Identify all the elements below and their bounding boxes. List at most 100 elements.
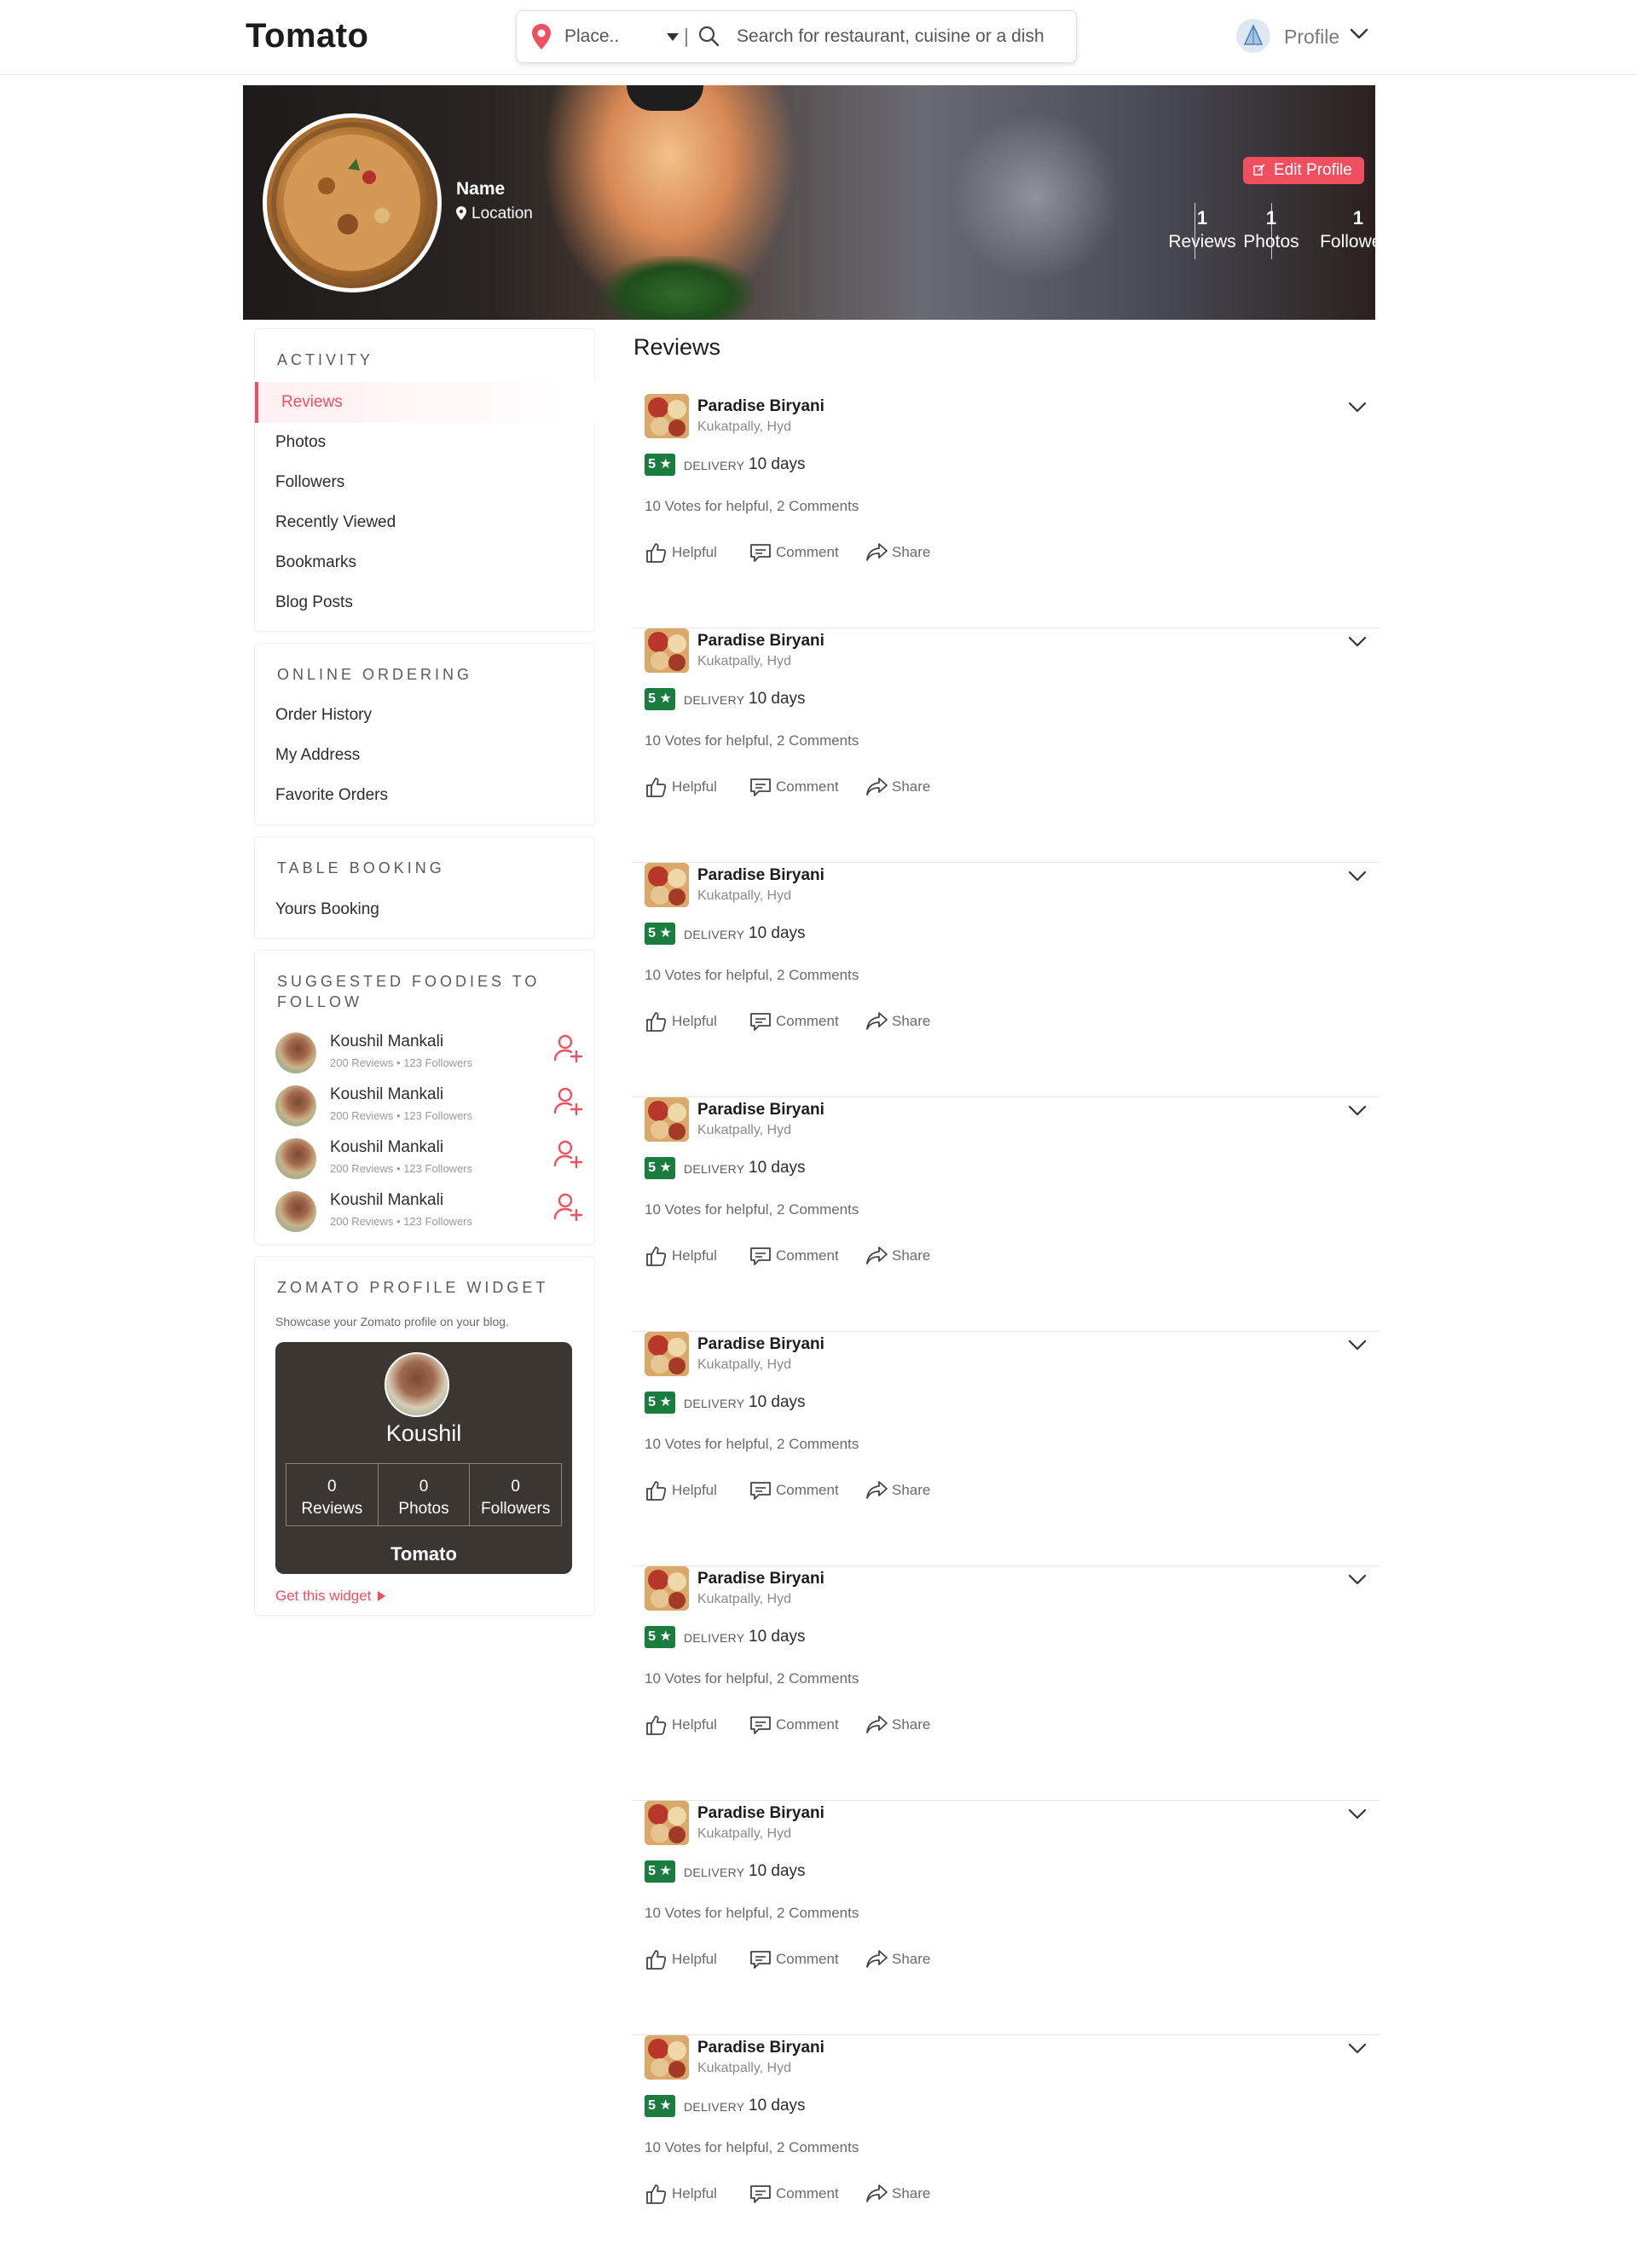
profile-photo[interactable] [263,113,442,292]
restaurant-thumbnail[interactable] [645,628,689,673]
chevron-down-icon[interactable] [1347,1573,1368,1587]
helpful-button[interactable]: Helpful [645,775,726,799]
widget-preview[interactable]: Koushil 0 Reviews 0 Photos 0 Followers T… [275,1342,572,1574]
helpful-button[interactable]: Helpful [645,1010,726,1033]
profile-menu[interactable]: Profile [1236,17,1373,56]
stat-followers[interactable]: 1 Followers [1320,206,1375,254]
profile-label[interactable]: Profile [1284,26,1339,49]
edit-profile-button[interactable]: Edit Profile [1243,157,1364,184]
stat-divider [1271,203,1272,259]
helpful-button[interactable]: Helpful [645,1713,726,1737]
restaurant-location: Kukatpally, Hyd [697,419,791,434]
foodie-item: Koushil Mankali 200 Reviews • 123 Follow… [275,1029,583,1077]
chevron-down-icon[interactable] [1347,1104,1368,1118]
comment-button[interactable]: Comment [749,2182,849,2206]
sidebar-item-blog-posts[interactable]: Blog Posts [275,593,353,612]
caret-down-icon[interactable] [667,33,679,41]
share-button[interactable]: Share [865,1947,946,1971]
chevron-down-icon[interactable] [1347,2042,1368,2056]
share-icon [866,1012,888,1030]
share-button[interactable]: Share [865,2182,946,2206]
chevron-down-icon[interactable] [1347,1808,1368,1821]
foodie-name[interactable]: Koushil Mankali [330,1085,443,1104]
helpful-button[interactable]: Helpful [645,1478,726,1502]
comment-icon [750,1482,771,1500]
map-pin-icon[interactable] [530,23,552,50]
foodie-name[interactable]: Koushil Mankali [330,1138,443,1157]
order-type: DELIVERY [684,459,745,472]
get-widget-link[interactable]: Get this widget [275,1588,386,1605]
restaurant-name[interactable]: Paradise Biryani [697,866,824,885]
share-label: Share [892,778,931,795]
comment-button[interactable]: Comment [749,1010,849,1033]
add-user-icon[interactable] [552,1138,583,1169]
sidebar-item-bookmarks[interactable]: Bookmarks [275,553,356,572]
comment-button[interactable]: Comment [749,775,849,799]
restaurant-thumbnail[interactable] [645,1097,689,1142]
restaurant-name[interactable]: Paradise Biryani [697,632,824,651]
sidebar-item-order-history[interactable]: Order History [275,706,372,725]
comment-button[interactable]: Comment [749,541,849,564]
sidebar-item-my-address[interactable]: My Address [275,746,360,765]
add-user-icon[interactable] [552,1033,583,1063]
comment-button[interactable]: Comment [749,1713,849,1737]
share-button[interactable]: Share [865,541,946,564]
chevron-down-icon[interactable] [1347,635,1368,649]
share-button[interactable]: Share [865,775,946,799]
helpful-button[interactable]: Helpful [645,541,726,564]
sidebar-item-recently-viewed[interactable]: Recently Viewed [275,513,396,532]
profile-banner: Name Location Edit Profile 1 Reviews 1 P… [243,85,1375,320]
stat-reviews[interactable]: 1 Reviews [1164,206,1241,254]
food-image [645,2035,689,2080]
sidebar-item-followers[interactable]: Followers [275,473,344,492]
restaurant-name[interactable]: Paradise Biryani [697,1570,824,1588]
chevron-down-icon[interactable] [1347,401,1368,414]
comment-button[interactable]: Comment [749,1478,849,1502]
helpful-button[interactable]: Helpful [645,1947,726,1971]
chevron-down-icon[interactable] [1347,870,1368,883]
share-button[interactable]: Share [865,1244,946,1268]
food-image [645,863,689,907]
sidebar-item-photos[interactable]: Photos [275,433,326,452]
restaurant-name[interactable]: Paradise Biryani [697,397,824,416]
comment-button[interactable]: Comment [749,1947,849,1971]
review-time: 10 days [749,1862,806,1880]
restaurant-name[interactable]: Paradise Biryani [697,1804,824,1823]
restaurant-thumbnail[interactable] [645,1801,689,1845]
avatar[interactable] [275,1085,316,1126]
helpful-button[interactable]: Helpful [645,1244,726,1268]
comment-button[interactable]: Comment [749,1244,849,1268]
location-pin-icon [456,206,466,220]
restaurant-thumbnail[interactable] [645,863,689,907]
sidebar-item-favorite-orders[interactable]: Favorite Orders [275,786,388,805]
foodie-name[interactable]: Koushil Mankali [330,1191,443,1210]
share-button[interactable]: Share [865,1010,946,1033]
avatar[interactable] [275,1138,316,1179]
logo[interactable]: Tomato [246,17,368,55]
search-input[interactable] [737,23,1061,50]
sidebar-item-reviews[interactable]: Reviews [255,382,596,423]
sidebar-item-yours-booking[interactable]: Yours Booking [275,900,379,919]
restaurant-name[interactable]: Paradise Biryani [697,2039,824,2057]
chevron-down-icon[interactable] [1347,1339,1368,1352]
helpful-button[interactable]: Helpful [645,2182,726,2206]
place-selector[interactable]: Place.. [564,26,619,47]
restaurant-name[interactable]: Paradise Biryani [697,1101,824,1120]
restaurant-thumbnail[interactable] [645,1332,689,1376]
widget-stat-photos: 0 Photos [379,1464,471,1525]
share-button[interactable]: Share [865,1713,946,1737]
restaurant-thumbnail[interactable] [645,394,689,438]
restaurant-name[interactable]: Paradise Biryani [697,1335,824,1354]
add-user-icon[interactable] [552,1085,583,1116]
foodie-item: Koushil Mankali 200 Reviews • 123 Follow… [275,1188,583,1235]
food-image [645,1332,689,1376]
share-button[interactable]: Share [865,1478,946,1502]
avatar[interactable] [1236,19,1270,53]
restaurant-thumbnail[interactable] [645,2035,689,2080]
add-user-icon[interactable] [552,1191,583,1222]
foodie-name[interactable]: Koushil Mankali [330,1033,443,1051]
avatar[interactable] [275,1191,316,1232]
restaurant-thumbnail[interactable] [645,1566,689,1611]
chevron-down-icon[interactable] [1349,26,1369,43]
avatar[interactable] [275,1033,316,1073]
